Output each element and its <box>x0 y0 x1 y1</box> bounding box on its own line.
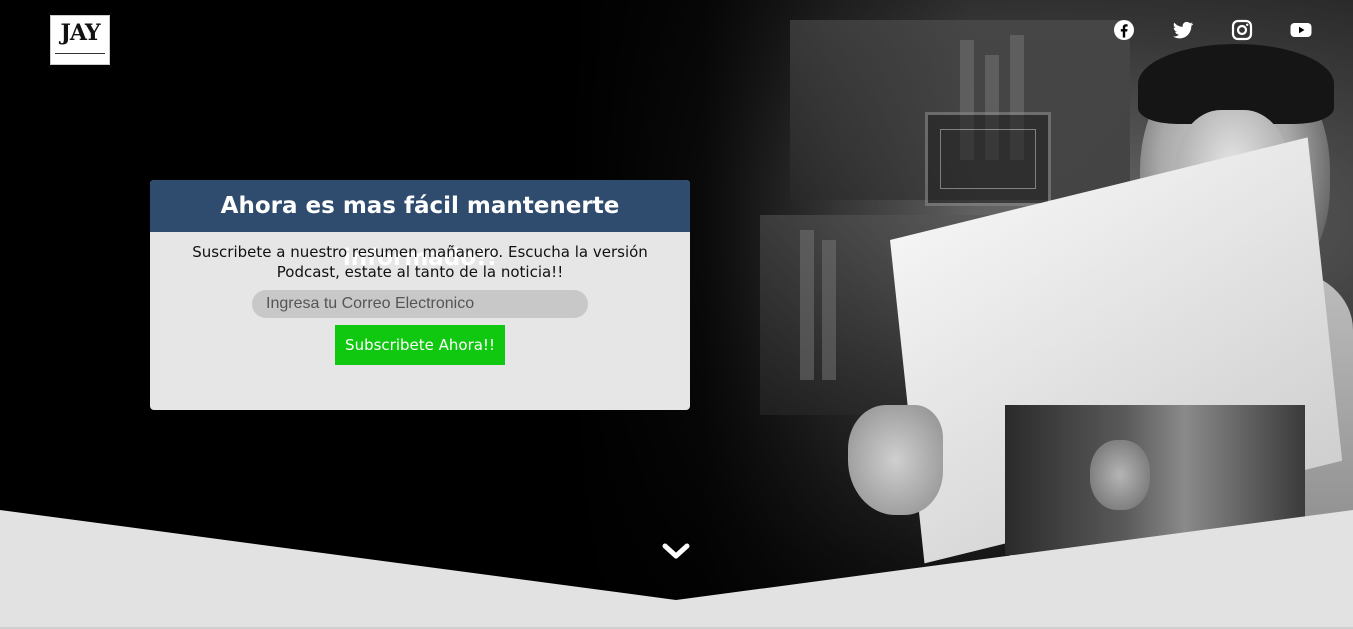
facebook-icon[interactable] <box>1112 18 1136 42</box>
twitter-icon[interactable] <box>1171 18 1195 42</box>
newspaper-photo <box>1005 405 1305 555</box>
subscribe-title: Ahora es mas fácil mantenerte informado!… <box>150 180 690 271</box>
person-hand <box>848 405 943 515</box>
chevron-down-icon[interactable] <box>660 538 692 564</box>
newspaper-photo-person <box>1090 440 1150 510</box>
logo-text: JAY <box>60 20 100 46</box>
instagram-icon[interactable] <box>1230 18 1254 42</box>
book <box>800 230 814 380</box>
subscribe-description: Suscribete a nuestro resumen mañanero. E… <box>192 243 648 281</box>
logo-underline <box>55 53 105 54</box>
email-input[interactable] <box>252 290 588 318</box>
subscribe-button[interactable]: Subscribete Ahora!! <box>335 325 505 365</box>
subscribe-body: Suscribete a nuestro resumen mañanero. E… <box>150 232 690 365</box>
youtube-icon[interactable] <box>1289 18 1313 42</box>
book <box>822 240 836 380</box>
site-logo[interactable]: JAY <box>50 15 110 65</box>
wall-frame <box>925 112 1051 206</box>
subscribe-card: Ahora es mas fácil mantenerte informado!… <box>150 180 690 410</box>
